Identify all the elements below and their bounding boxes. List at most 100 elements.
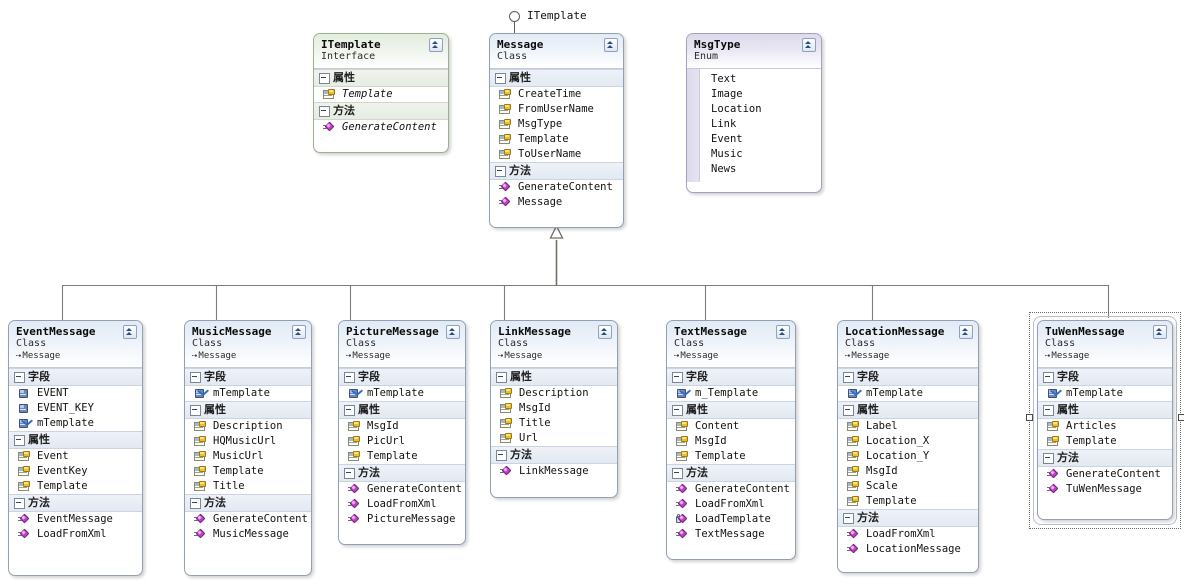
shape-tuwenmessage[interactable]: TuWenMessage Class ⇢Message 字段 mTemplate…: [1037, 320, 1173, 520]
member-row[interactable]: Event: [9, 449, 142, 464]
expander-icon[interactable]: [190, 405, 201, 416]
member-row[interactable]: LoadFromXml: [9, 527, 142, 542]
enum-literal[interactable]: Text: [687, 72, 821, 87]
enum-literal[interactable]: Image: [687, 87, 821, 102]
member-row[interactable]: mTemplate: [9, 415, 142, 431]
member-row[interactable]: Template: [490, 132, 623, 147]
collapse-chevron-icon[interactable]: [429, 38, 443, 52]
compartment-title-methods[interactable]: 方法: [838, 509, 978, 527]
expander-icon[interactable]: [14, 435, 25, 446]
member-row[interactable]: MsgType: [490, 117, 623, 132]
compartment-title-fields[interactable]: 字段: [339, 368, 465, 386]
member-row[interactable]: mTemplate: [1038, 385, 1172, 401]
compartment-title-properties[interactable]: 属性: [314, 69, 448, 87]
member-row[interactable]: Template: [9, 479, 142, 494]
compartment-title-properties[interactable]: 属性: [339, 401, 465, 419]
member-row[interactable]: mTemplate: [185, 385, 311, 401]
shape-textmessage[interactable]: TextMessage Class ⇢Message 字段 m_Template…: [666, 320, 796, 560]
member-row[interactable]: MsgId: [339, 419, 465, 434]
compartment-title-properties[interactable]: 属性: [1038, 401, 1172, 419]
member-row[interactable]: GenerateContent: [314, 120, 448, 135]
member-row[interactable]: EventKey: [9, 464, 142, 479]
member-row[interactable]: Location_X: [838, 434, 978, 449]
member-row[interactable]: LoadFromXml: [339, 497, 465, 512]
member-row[interactable]: mTemplate: [339, 385, 465, 401]
expander-icon[interactable]: [190, 372, 201, 383]
member-row[interactable]: Label: [838, 419, 978, 434]
compartment-title-methods[interactable]: 方法: [491, 446, 617, 464]
compartment-title-fields[interactable]: 字段: [185, 368, 311, 386]
member-row[interactable]: FromUserName: [490, 102, 623, 117]
compartment-title-methods[interactable]: 方法: [9, 494, 142, 512]
member-row[interactable]: m_Template: [667, 385, 795, 401]
member-row[interactable]: Url: [491, 431, 617, 446]
member-row[interactable]: TuWenMessage: [1038, 482, 1172, 497]
expander-icon[interactable]: [843, 513, 854, 524]
collapse-chevron-icon[interactable]: [604, 38, 618, 52]
expander-icon[interactable]: [495, 73, 506, 84]
member-row[interactable]: MsgId: [667, 434, 795, 449]
enum-literal[interactable]: Music: [687, 147, 821, 162]
member-row[interactable]: Template: [838, 494, 978, 509]
member-row[interactable]: GenerateContent: [490, 180, 623, 195]
shape-msgtype[interactable]: MsgType Enum Text Image Location Link Ev…: [686, 33, 822, 193]
member-row[interactable]: PicUrl: [339, 434, 465, 449]
shape-picturemessage[interactable]: PictureMessage Class ⇢Message 字段 mTempla…: [338, 320, 466, 545]
shape-locationmessage[interactable]: LocationMessage Class ⇢Message 字段 mTempl…: [837, 320, 979, 573]
member-row[interactable]: LocationMessage: [838, 542, 978, 557]
compartment-title-fields[interactable]: 字段: [9, 368, 142, 386]
member-row[interactable]: Content: [667, 419, 795, 434]
member-row[interactable]: LoadTemplate: [667, 512, 795, 527]
member-row[interactable]: EventMessage: [9, 512, 142, 527]
collapse-chevron-icon[interactable]: [959, 325, 973, 339]
resize-handle-right[interactable]: [1178, 414, 1184, 421]
compartment-title-properties[interactable]: 属性: [490, 69, 623, 87]
member-row[interactable]: MsgId: [838, 464, 978, 479]
member-row[interactable]: Template: [1038, 434, 1172, 449]
collapse-chevron-icon[interactable]: [802, 38, 816, 52]
collapse-chevron-icon[interactable]: [598, 325, 612, 339]
compartment-title-fields[interactable]: 字段: [838, 368, 978, 386]
compartment-title-methods[interactable]: 方法: [667, 464, 795, 482]
member-row[interactable]: GenerateContent: [1038, 467, 1172, 482]
member-row[interactable]: ToUserName: [490, 147, 623, 162]
member-row[interactable]: MsgId: [491, 401, 617, 416]
enum-literal[interactable]: Event: [687, 132, 821, 147]
compartment-title-fields[interactable]: 字段: [667, 368, 795, 386]
compartment-title-properties[interactable]: 属性: [838, 401, 978, 419]
member-row[interactable]: Title: [491, 416, 617, 431]
expander-icon[interactable]: [344, 468, 355, 479]
expander-icon[interactable]: [14, 372, 25, 383]
expander-icon[interactable]: [843, 405, 854, 416]
member-row[interactable]: HQMusicUrl: [185, 434, 311, 449]
member-row[interactable]: TextMessage: [667, 527, 795, 542]
member-row[interactable]: EVENT: [9, 386, 142, 401]
shape-itemplate[interactable]: ITemplate Interface 属性 Template 方法 Gener…: [313, 33, 449, 153]
collapse-chevron-icon[interactable]: [123, 325, 137, 339]
expander-icon[interactable]: [843, 372, 854, 383]
expander-icon[interactable]: [495, 166, 506, 177]
shape-linkmessage[interactable]: LinkMessage Class ⇢Message 属性 Descriptio…: [490, 320, 618, 498]
member-row[interactable]: GenerateContent: [339, 482, 465, 497]
member-row[interactable]: GenerateContent: [667, 482, 795, 497]
shape-message[interactable]: Message Class 属性 CreateTime FromUserName…: [489, 33, 624, 228]
member-row[interactable]: MusicMessage: [185, 527, 311, 542]
member-row[interactable]: Template: [339, 449, 465, 464]
expander-icon[interactable]: [496, 450, 507, 461]
compartment-title-methods[interactable]: 方法: [314, 102, 448, 120]
member-row[interactable]: MusicUrl: [185, 449, 311, 464]
member-row[interactable]: Description: [491, 386, 617, 401]
member-row[interactable]: Template: [667, 449, 795, 464]
expander-icon[interactable]: [344, 405, 355, 416]
member-row[interactable]: EVENT_KEY: [9, 401, 142, 416]
member-row[interactable]: LoadFromXml: [667, 497, 795, 512]
member-row[interactable]: PictureMessage: [339, 512, 465, 527]
expander-icon[interactable]: [319, 73, 330, 84]
member-row[interactable]: Description: [185, 419, 311, 434]
compartment-title-fields[interactable]: 字段: [1038, 368, 1172, 386]
expander-icon[interactable]: [496, 372, 507, 383]
expander-icon[interactable]: [319, 106, 330, 117]
compartment-title-properties[interactable]: 属性: [185, 401, 311, 419]
class-diagram-canvas[interactable]: ITemplate ITemplate Interface 属性 Templat…: [0, 0, 1184, 587]
compartment-title-properties[interactable]: 属性: [9, 431, 142, 449]
